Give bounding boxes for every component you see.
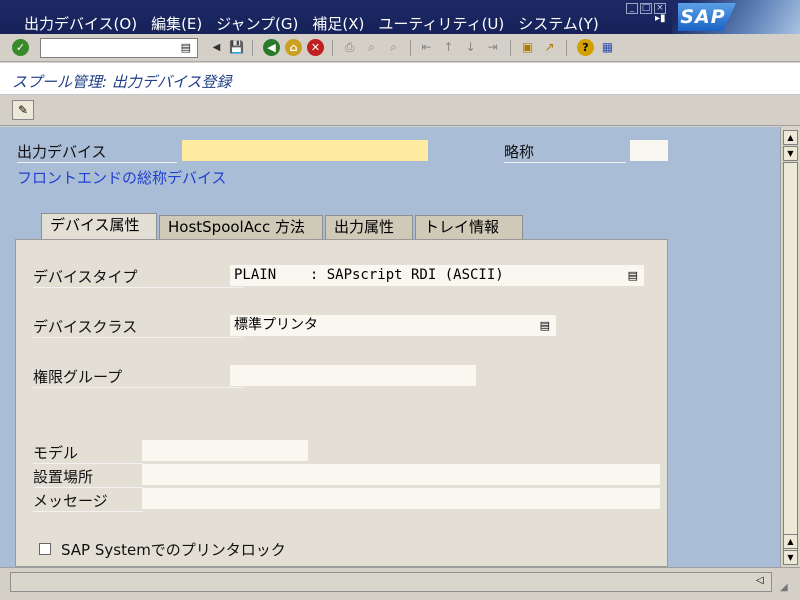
menu-output-device[interactable]: 出力デバイス(O) <box>24 13 137 34</box>
separator <box>332 40 333 56</box>
sap-logo: SAP <box>678 3 736 31</box>
resize-grip-icon[interactable]: ◢ <box>780 582 788 593</box>
device-class-label: デバイスクラス <box>33 316 243 338</box>
device-type-value: PLAIN : SAPscript RDI (ASCII) <box>234 267 504 283</box>
find-next-icon: ⌕ <box>390 40 397 54</box>
pencil-icon: ✎ <box>17 103 29 117</box>
menu-bar: 出力デバイス(O) 編集(E) ジャンプ(G) 補足(X) ユーティリティ(U)… <box>0 0 800 34</box>
tab-label: デバイス属性 <box>50 216 140 234</box>
command-field[interactable]: ▤ <box>40 38 198 58</box>
short-name-label: 略称 <box>504 141 626 163</box>
printer-lock-checkbox[interactable] <box>39 543 51 555</box>
scroll-bottom-icon[interactable]: ▼ <box>783 550 798 565</box>
separator <box>252 40 253 56</box>
new-session-icon[interactable]: ▣ <box>519 39 536 56</box>
scroll-top-icon[interactable]: ▲ <box>783 130 798 145</box>
device-type-label: デバイスタイプ <box>33 266 243 288</box>
exit-icon[interactable]: ⌂ <box>285 39 302 56</box>
layout-menu-icon[interactable]: ▦ <box>599 39 616 56</box>
scroll-down-icon[interactable]: ▲ <box>783 534 798 549</box>
model-input[interactable] <box>142 440 308 461</box>
authorization-group-label: 権限グループ <box>33 366 243 388</box>
scroll-thumb[interactable] <box>783 162 798 552</box>
display-change-button[interactable]: ✎ <box>12 100 34 120</box>
tab-label: HostSpoolAcc 方法 <box>168 218 305 236</box>
previous-page-icon: ↑ <box>443 40 454 54</box>
tab-device-attributes[interactable]: デバイス属性 <box>41 213 157 239</box>
tab-label: トレイ情報 <box>424 218 500 236</box>
print-icon: ⎙ <box>344 40 355 54</box>
maximize-icon[interactable]: □ <box>640 3 652 14</box>
status-message-field <box>10 572 772 592</box>
page-title: スプール管理: 出力デバイス登録 <box>12 73 232 91</box>
first-page-icon: ⇤ <box>421 40 432 54</box>
next-page-icon: ↓ <box>465 40 476 54</box>
dropdown-icon[interactable]: ▤ <box>540 315 550 336</box>
back-icon[interactable]: ◀ <box>263 39 280 56</box>
device-type-input[interactable]: PLAIN : SAPscript RDI (ASCII) ▤ <box>230 265 644 286</box>
last-page-icon: ⇥ <box>487 40 498 54</box>
help-icon[interactable]: ? <box>577 39 594 56</box>
minimize-icon[interactable]: _ <box>626 3 638 14</box>
menu-goto[interactable]: ジャンプ(G) <box>216 13 298 34</box>
tab-label: 出力属性 <box>334 218 395 236</box>
message-input[interactable] <box>142 488 660 509</box>
frontend-generic-device-link[interactable]: フロントエンドの総称デバイス <box>17 167 227 188</box>
output-device-input[interactable] <box>182 140 428 161</box>
separator <box>410 40 411 56</box>
find-icon: ⌕ <box>368 40 375 54</box>
location-label: 設置場所 <box>33 466 143 488</box>
scroll-up-icon[interactable]: ▼ <box>783 146 798 161</box>
status-expand-icon[interactable]: ◁ <box>756 575 764 586</box>
menu-edit[interactable]: 編集(E) <box>151 13 202 34</box>
menu-utilities[interactable]: ユーティリティ(U) <box>378 13 504 34</box>
separator <box>510 40 511 56</box>
location-input[interactable] <box>142 464 660 485</box>
title-bar: スプール管理: 出力デバイス登録 <box>0 63 800 95</box>
dropdown-icon[interactable]: ▤ <box>181 41 191 54</box>
dropdown-icon[interactable]: ▤ <box>628 265 638 286</box>
enter-icon[interactable]: ✓ <box>12 39 29 56</box>
menu-list: 出力デバイス(O) 編集(E) ジャンプ(G) 補足(X) ユーティリティ(U)… <box>24 13 599 34</box>
output-device-label: 出力デバイス <box>17 141 177 163</box>
sap-logo-area: SAP <box>672 0 800 34</box>
device-attributes-panel: デバイスタイプ PLAIN : SAPscript RDI (ASCII) ▤ … <box>15 239 668 567</box>
separator <box>566 40 567 56</box>
authorization-group-input[interactable] <box>230 365 476 386</box>
back-arrow-icon[interactable]: ◀ <box>208 39 225 56</box>
menu-system[interactable]: システム(Y) <box>518 13 598 34</box>
vertical-scrollbar[interactable]: ▲ ▼ ▲ ▼ <box>780 127 800 567</box>
menu-extras[interactable]: 補足(X) <box>312 13 364 34</box>
tab-tray-info[interactable]: トレイ情報 <box>415 215 523 239</box>
message-label: メッセージ <box>33 490 143 512</box>
standard-toolbar: ✓ ▤ ◀ 💾 ◀ ⌂ ✕ ⎙ ⌕ ⌕ ⇤ ↑ ↓ ⇥ ▣ ↗ ? ▦ <box>0 34 800 62</box>
customize-layout-icon[interactable]: ▸▮ <box>655 14 667 24</box>
application-toolbar: ✎ <box>0 96 800 126</box>
short-name-input[interactable] <box>630 140 668 161</box>
tab-output-attributes[interactable]: 出力属性 <box>325 215 413 239</box>
cancel-icon[interactable]: ✕ <box>307 39 324 56</box>
tab-host-spool-access[interactable]: HostSpoolAcc 方法 <box>159 215 323 239</box>
device-class-input[interactable]: 標準プリンタ ▤ <box>230 315 556 336</box>
model-label: モデル <box>33 442 143 464</box>
printer-lock-label: SAP Systemでのプリンタロック <box>61 541 286 559</box>
device-class-value: 標準プリンタ <box>234 317 318 333</box>
shortcut-icon[interactable]: ↗ <box>541 39 558 56</box>
status-bar: ◁ ◢ <box>0 567 800 600</box>
save-icon[interactable]: 💾 <box>228 39 245 56</box>
main-area: 出力デバイス 略称 フロントエンドの総称デバイス デバイス属性 HostSpoo… <box>0 127 780 567</box>
